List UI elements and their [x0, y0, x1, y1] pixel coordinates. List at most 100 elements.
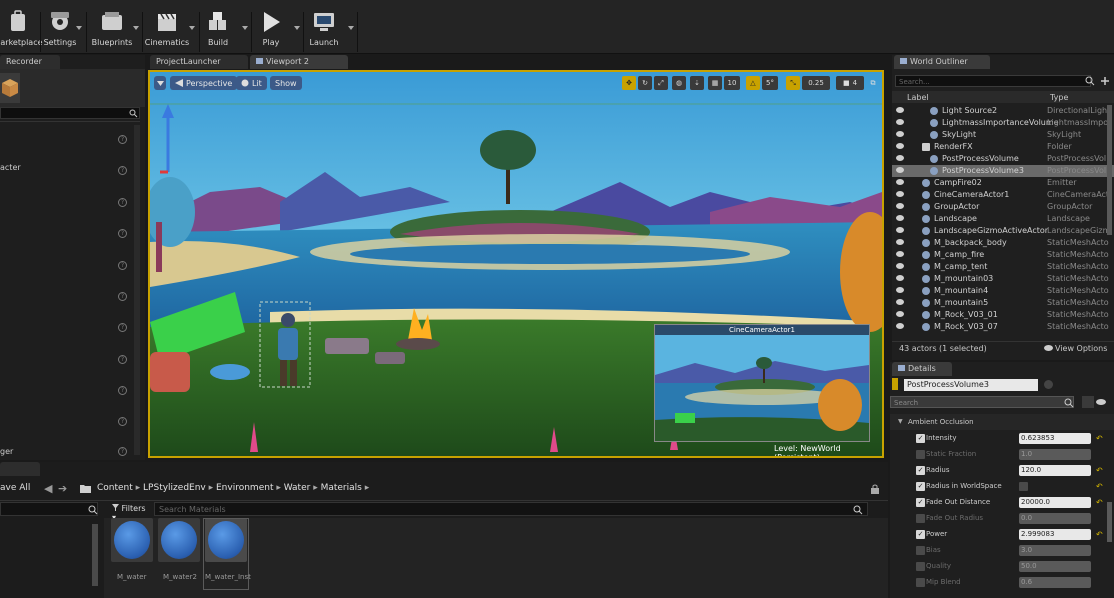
property-override-checkbox[interactable] — [916, 562, 925, 571]
visibility-eye-icon[interactable] — [896, 239, 904, 245]
level-viewport[interactable]: Perspective Lit Show ✥ ↻ ⤢ ◍ ⇣ ▦ 10 △ 5°… — [148, 70, 884, 458]
visibility-eye-icon[interactable] — [896, 155, 904, 161]
blueprints-button[interactable]: Blueprints — [90, 10, 134, 52]
visibility-eye-icon[interactable] — [896, 227, 904, 233]
tab-content-browser[interactable] — [0, 462, 40, 476]
property-value-input[interactable]: 120.0 — [1019, 465, 1091, 476]
help-icon[interactable]: ? — [118, 166, 127, 175]
help-icon[interactable]: ? — [118, 292, 127, 301]
help-icon[interactable]: ? — [118, 447, 127, 456]
property-override-checkbox[interactable]: ✓ — [916, 530, 925, 539]
camera-speed-value[interactable]: ■ 4 — [836, 76, 864, 90]
settings-button[interactable]: Settings — [43, 10, 77, 52]
launch-button[interactable]: Launch — [306, 10, 342, 52]
scrollbar[interactable] — [92, 524, 98, 586]
breadcrumb-separator-icon[interactable]: ▸ — [273, 483, 283, 493]
breadcrumb-separator-icon[interactable]: ▸ — [362, 483, 370, 493]
scrollbar[interactable] — [1107, 105, 1112, 235]
tab-viewport-2[interactable]: Viewport 2 — [250, 55, 348, 69]
property-value-input[interactable]: 20000.0 — [1019, 497, 1091, 508]
back-arrow-icon[interactable]: ◀ — [44, 482, 52, 495]
outliner-row[interactable]: M_mountain03 StaticMeshActo — [892, 273, 1114, 285]
property-override-checkbox[interactable] — [916, 450, 925, 459]
outliner-row[interactable]: M_mountain5 StaticMeshActo — [892, 297, 1114, 309]
asset-search-input[interactable]: Search Materials — [154, 502, 868, 516]
eye-icon[interactable] — [1096, 396, 1112, 408]
property-value-input[interactable]: 0.0 — [1019, 513, 1091, 524]
object-name-field[interactable]: PostProcessVolume3 — [904, 379, 1038, 391]
help-icon[interactable]: ? — [118, 198, 127, 207]
scale-icon[interactable]: ⤢ — [654, 76, 668, 90]
reset-to-default-icon[interactable]: ↶ — [1096, 434, 1103, 443]
help-icon[interactable]: ? — [118, 135, 127, 144]
scale-snap-icon[interactable]: ⤡ — [786, 76, 800, 90]
cinematics-button[interactable]: Cinematics — [145, 10, 189, 52]
property-value-input[interactable]: 1.0 — [1019, 449, 1091, 460]
visibility-eye-icon[interactable] — [896, 191, 904, 197]
visibility-eye-icon[interactable] — [896, 215, 904, 221]
breadcrumb-item[interactable]: LPStylizedEnv — [143, 483, 206, 493]
visibility-eye-icon[interactable] — [896, 203, 904, 209]
reset-to-default-icon[interactable]: ↶ — [1096, 498, 1103, 507]
maximize-icon[interactable]: ⧉ — [868, 76, 878, 90]
scrollbar[interactable] — [134, 125, 140, 455]
left-list-item[interactable]: ger — [0, 447, 13, 456]
section-ambient-occlusion[interactable]: ▼ Ambient Occlusion — [890, 414, 1114, 430]
marketplace-button[interactable]: Marketplace — [0, 10, 43, 52]
help-icon[interactable]: ? — [118, 386, 127, 395]
play-button[interactable]: Play — [255, 10, 287, 52]
asset-thumbnail-m-water[interactable] — [111, 518, 153, 562]
breadcrumb-separator-icon[interactable]: ▸ — [133, 483, 143, 493]
property-override-checkbox[interactable] — [916, 514, 925, 523]
rotate-icon[interactable]: ↻ — [638, 76, 652, 90]
property-override-checkbox[interactable] — [916, 546, 925, 555]
grid-snap-icon[interactable]: ▦ — [708, 76, 722, 90]
reset-to-default-icon[interactable]: ↶ — [1096, 466, 1103, 475]
show-button[interactable]: Show — [270, 76, 302, 90]
forward-arrow-icon[interactable]: ➔ — [58, 482, 67, 495]
reset-to-default-icon[interactable]: ↶ — [1096, 530, 1103, 539]
scale-snap-value[interactable]: 0.25 — [802, 76, 830, 90]
scrollbar[interactable] — [1107, 502, 1112, 542]
outliner-row[interactable]: M_Rock_V03_07 StaticMeshActo — [892, 321, 1114, 333]
outliner-row[interactable]: M_camp_tent StaticMeshActo — [892, 261, 1114, 273]
grid-snap-value[interactable]: 10 — [724, 76, 740, 90]
outliner-row[interactable]: CampFire02 Emitter — [892, 177, 1114, 189]
property-matrix-icon[interactable] — [1082, 396, 1094, 408]
details-search-input[interactable]: Search — [890, 396, 1074, 408]
left-search-input[interactable] — [0, 107, 140, 119]
property-override-checkbox[interactable]: ✓ — [916, 498, 925, 507]
outliner-row[interactable]: M_camp_fire StaticMeshActo — [892, 249, 1114, 261]
surface-snap-icon[interactable]: ⇣ — [690, 76, 704, 90]
help-icon[interactable]: ? — [118, 261, 127, 270]
tab-projectlauncher[interactable]: ProjectLauncher — [150, 55, 248, 69]
rotation-snap-value[interactable]: 5° — [762, 76, 778, 90]
build-button[interactable]: Build — [203, 10, 233, 52]
outliner-row[interactable]: Light Source2 DirectionalLight — [892, 105, 1114, 117]
viewport-options-button[interactable] — [154, 76, 166, 90]
visibility-eye-icon[interactable] — [896, 287, 904, 293]
tab-world-outliner[interactable]: World Outliner — [894, 55, 990, 69]
outliner-row[interactable]: Landscape Landscape — [892, 213, 1114, 225]
property-override-checkbox[interactable]: ✓ — [916, 482, 925, 491]
breadcrumb-separator-icon[interactable]: ▸ — [310, 483, 320, 493]
visibility-eye-icon[interactable] — [896, 311, 904, 317]
property-override-checkbox[interactable]: ✓ — [916, 434, 925, 443]
visibility-eye-icon[interactable] — [896, 143, 904, 149]
help-icon[interactable]: ? — [118, 355, 127, 364]
tab-recorder[interactable]: Recorder — [0, 55, 60, 69]
asset-thumbnail-m-water2[interactable] — [158, 518, 200, 562]
lock-icon[interactable] — [1044, 380, 1053, 389]
visibility-eye-icon[interactable] — [896, 131, 904, 137]
outliner-row[interactable]: RenderFX Folder — [892, 141, 1114, 153]
lock-icon[interactable] — [870, 484, 880, 494]
outliner-row[interactable]: GroupActor GroupActor — [892, 201, 1114, 213]
filters-button[interactable]: Filters ▾ — [108, 502, 152, 522]
outliner-row[interactable]: LandscapeGizmoActiveActor LandscapeGizm — [892, 225, 1114, 237]
visibility-eye-icon[interactable] — [896, 263, 904, 269]
visibility-eye-icon[interactable] — [896, 167, 904, 173]
breadcrumb-item[interactable]: Content — [97, 483, 133, 493]
visibility-eye-icon[interactable] — [896, 299, 904, 305]
visibility-eye-icon[interactable] — [896, 119, 904, 125]
outliner-row[interactable]: LightmassImportanceVolume LightmassImpor — [892, 117, 1114, 129]
